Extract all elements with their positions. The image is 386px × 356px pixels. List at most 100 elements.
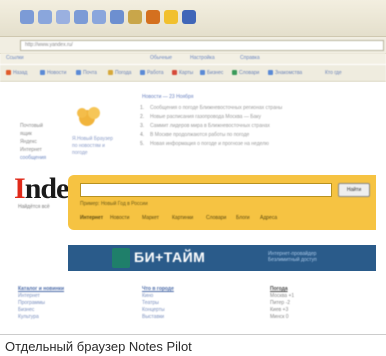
advert-banner[interactable]: БИ+ТАЙМ Интернет-провайдер Безлимитный д… bbox=[68, 245, 376, 271]
logo-first-letter: I bbox=[14, 172, 26, 205]
resource-item[interactable]: Карты bbox=[179, 70, 193, 76]
column-link[interactable]: Программы bbox=[18, 300, 128, 307]
resource-icon bbox=[140, 70, 145, 75]
news-item[interactable]: 3. Саммит лидеров мира в Ближневосточных… bbox=[140, 122, 376, 131]
search-tab[interactable]: Новости bbox=[110, 215, 129, 221]
browser-promo-line: Я.Новый Браузер bbox=[72, 136, 113, 142]
column-heading[interactable]: Что в городе bbox=[142, 286, 252, 293]
news-item[interactable]: 2. Новые расписания газопровода Москва —… bbox=[140, 113, 376, 122]
resource-item[interactable]: Кто где bbox=[325, 70, 342, 76]
column-link[interactable]: Культура bbox=[18, 314, 128, 321]
mail-promo-line: Интернет bbox=[20, 147, 42, 153]
mail-promo-line[interactable]: сообщения bbox=[20, 154, 60, 162]
catalog-column: Каталог и новинки Интернет Программы Биз… bbox=[18, 286, 128, 321]
column-link[interactable]: Театры bbox=[142, 300, 252, 307]
resource-icon bbox=[76, 70, 81, 75]
browser-promo[interactable]: Я.Новый Браузер по новостям и погоде bbox=[72, 136, 122, 157]
search-input[interactable] bbox=[80, 183, 332, 197]
banner-tagline-line: Безлимитный доступ bbox=[268, 257, 317, 263]
home-icon[interactable] bbox=[92, 10, 106, 24]
news-text: Новая информация о погоде и прогнозе на … bbox=[150, 141, 269, 147]
column-link[interactable]: Концерты bbox=[142, 307, 252, 314]
resource-item[interactable]: Знакомства bbox=[275, 70, 302, 76]
resource-item[interactable]: Работа bbox=[147, 70, 164, 76]
history-icon[interactable] bbox=[146, 10, 160, 24]
column-heading[interactable]: Каталог и новинки bbox=[18, 286, 128, 293]
search-tab[interactable]: Блоги bbox=[236, 215, 250, 221]
logo-slogan: Найдётся всё bbox=[18, 204, 50, 210]
news-number: 4. bbox=[140, 132, 145, 138]
weather-line: Киев +3 bbox=[270, 307, 289, 313]
resource-icon bbox=[232, 70, 237, 75]
resource-item[interactable]: Бизнес bbox=[207, 70, 223, 76]
weather-line: Минск 0 bbox=[270, 314, 289, 320]
mail-promo-line: ящик bbox=[20, 131, 32, 137]
resource-icon bbox=[6, 70, 11, 75]
refresh-icon[interactable] bbox=[74, 10, 88, 24]
save-icon[interactable] bbox=[182, 10, 196, 24]
news-item[interactable]: 1. Сообщения о погоде Ближневосточных ре… bbox=[140, 104, 376, 113]
resource-item[interactable]: Почта bbox=[83, 70, 97, 76]
banner-tagline: Интернет-провайдер Безлимитный доступ bbox=[268, 251, 317, 263]
sun-icon bbox=[77, 107, 100, 126]
links-item[interactable]: Обычные bbox=[150, 55, 172, 61]
column-heading[interactable]: Погода bbox=[270, 286, 380, 293]
favorites-icon[interactable] bbox=[128, 10, 142, 24]
links-item[interactable]: Настройка bbox=[190, 55, 215, 61]
links-item[interactable]: Справка bbox=[240, 55, 260, 61]
forward-icon[interactable] bbox=[38, 10, 52, 24]
news-text: Новые расписания газопровода Москва — Ба… bbox=[150, 114, 262, 120]
column-link[interactable]: Бизнес bbox=[18, 307, 128, 314]
mail-icon[interactable] bbox=[164, 10, 178, 24]
column-link[interactable]: Кино bbox=[142, 293, 252, 300]
resource-icon bbox=[108, 70, 113, 75]
news-heading[interactable]: Новости — 23 Ноября bbox=[142, 94, 193, 100]
search-button[interactable]: Найти bbox=[338, 183, 370, 197]
news-text: Саммит лидеров мира в Ближневосточных ст… bbox=[150, 123, 270, 129]
news-number: 2. bbox=[140, 114, 145, 120]
search-example: Пример: Новый Год в России bbox=[80, 201, 148, 207]
bottom-columns: Каталог и новинки Интернет Программы Биз… bbox=[18, 286, 378, 334]
search-tab[interactable]: Адреса bbox=[260, 215, 277, 221]
search-tab[interactable]: Интернет bbox=[80, 215, 103, 221]
news-text: Сообщения о погоде Ближневосточных регио… bbox=[150, 105, 283, 111]
browser-promo-line: погоде bbox=[72, 150, 88, 156]
url-field[interactable]: http://www.yandex.ru/ bbox=[20, 40, 384, 51]
search-tab[interactable]: Словари bbox=[206, 215, 226, 221]
search-tab[interactable]: Маркет bbox=[142, 215, 159, 221]
resource-item[interactable]: Новости bbox=[47, 70, 66, 76]
column-link[interactable]: Интернет bbox=[18, 293, 128, 300]
web-page: Почтовый ящик Яндекс Интернет сообщения … bbox=[0, 82, 386, 334]
resource-item[interactable]: Погода bbox=[115, 70, 131, 76]
browser-window: http://www.yandex.ru/ Ссылки Обычные Нас… bbox=[0, 0, 386, 334]
search-icon[interactable] bbox=[110, 10, 124, 24]
figure-caption: Отдельный браузер Notes Pilot bbox=[0, 334, 386, 356]
news-text: В Москве продолжаются работы по погоде bbox=[150, 132, 250, 138]
banner-logo-icon bbox=[112, 248, 130, 268]
weather-line: Москва +1 bbox=[270, 293, 295, 299]
resource-icon bbox=[172, 70, 177, 75]
mail-promo-line: Яндекс bbox=[20, 139, 37, 145]
news-number: 5. bbox=[140, 141, 145, 147]
news-item[interactable]: 5. Новая информация о погоде и прогнозе … bbox=[140, 140, 376, 149]
browser-toolbar bbox=[0, 0, 386, 36]
news-item[interactable]: 4. В Москве продолжаются работы по погод… bbox=[140, 131, 376, 140]
stop-icon[interactable] bbox=[56, 10, 70, 24]
news-number: 1. bbox=[140, 105, 145, 111]
column-link[interactable]: Выставки bbox=[142, 314, 252, 321]
address-bar: http://www.yandex.ru/ bbox=[0, 36, 386, 54]
browser-promo-line: по новостям и bbox=[72, 143, 105, 149]
weather-line: Питер -2 bbox=[270, 300, 291, 306]
links-label[interactable]: Ссылки bbox=[6, 55, 24, 61]
resource-item[interactable]: Назад bbox=[13, 70, 27, 76]
resource-item[interactable]: Словари bbox=[239, 70, 259, 76]
links-bar: Ссылки Обычные Настройка Справка bbox=[0, 53, 386, 64]
mail-promo-text: Почтовый ящик Яндекс Интернет сообщения bbox=[20, 122, 60, 162]
resource-bar: Назад Новости Почта Погода Работа Карты … bbox=[0, 65, 386, 82]
resource-icon bbox=[268, 70, 273, 75]
city-column: Что в городе Кино Театры Концерты Выстав… bbox=[142, 286, 252, 321]
weather-column: Погода Москва +1 Питер -2 Киев +3 Минск … bbox=[270, 286, 380, 321]
back-icon[interactable] bbox=[20, 10, 34, 24]
search-tab[interactable]: Картинки bbox=[172, 215, 193, 221]
caption-text: Отдельный браузер Notes Pilot bbox=[5, 339, 192, 354]
